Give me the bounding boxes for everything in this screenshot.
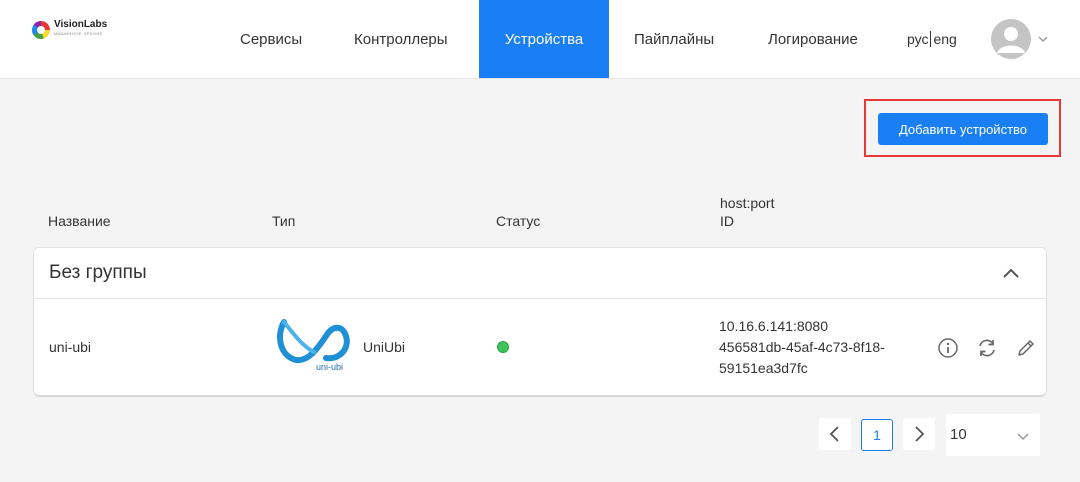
column-header-host-port: host:port bbox=[720, 195, 775, 211]
device-address: 10.16.6.141:8080 456581db-45af-4c73-8f18… bbox=[719, 316, 885, 379]
group-title: Без группы bbox=[49, 262, 147, 283]
visionlabs-logo[interactable]: VisionLabs МАШИННОЕ ЗРЕНИЕ bbox=[32, 19, 122, 41]
column-header-type: Тип bbox=[272, 213, 296, 229]
user-avatar-icon[interactable] bbox=[991, 19, 1031, 59]
nav-item-services[interactable]: Сервисы bbox=[240, 0, 302, 78]
nav-item-logging[interactable]: Логирование bbox=[768, 0, 858, 78]
lang-en-link[interactable]: eng bbox=[933, 31, 956, 47]
column-header-name: Название bbox=[48, 213, 111, 229]
chevron-left-icon bbox=[829, 426, 839, 442]
device-host-port: 10.16.6.141:8080 bbox=[719, 318, 828, 334]
chevron-down-icon bbox=[1017, 433, 1029, 441]
logo-name: VisionLabs bbox=[54, 19, 108, 30]
status-online-indicator bbox=[497, 341, 509, 353]
uniubi-logo-text: uni-ubi bbox=[316, 362, 343, 372]
device-type: UniUbi bbox=[363, 339, 406, 355]
group-divider bbox=[34, 298, 1046, 299]
column-header-status: Статус bbox=[496, 213, 541, 229]
logo-tagline: МАШИННОЕ ЗРЕНИЕ bbox=[54, 31, 103, 36]
chevron-up-icon[interactable] bbox=[1000, 264, 1022, 282]
device-id-line2: 59151ea3d7fc bbox=[719, 360, 808, 376]
pagination-current-page[interactable]: 1 bbox=[861, 419, 893, 451]
info-icon[interactable] bbox=[937, 337, 959, 359]
refresh-icon[interactable] bbox=[976, 337, 998, 359]
nav-item-pipelines[interactable]: Пайплайны bbox=[634, 0, 714, 78]
device-group-card: Без группы uni-ubi uni-ubi UniUbi 10.16.… bbox=[33, 247, 1047, 397]
device-id-line1: 456581db-45af-4c73-8f18- bbox=[719, 339, 885, 355]
page-size-value: 10 bbox=[950, 426, 967, 443]
column-header-id: ID bbox=[720, 213, 734, 229]
lang-ru-link[interactable]: рус bbox=[907, 31, 928, 47]
add-device-button[interactable]: Добавить устройство bbox=[878, 113, 1048, 145]
chevron-right-icon bbox=[915, 426, 925, 442]
nav-item-devices[interactable]: Устройства bbox=[479, 0, 609, 78]
page-size-select[interactable]: 10 bbox=[946, 414, 1040, 456]
device-name: uni-ubi bbox=[49, 339, 92, 355]
uniubi-logo-icon: uni-ubi bbox=[277, 319, 350, 372]
pagination-prev-button[interactable] bbox=[819, 418, 851, 450]
lang-divider bbox=[930, 31, 932, 47]
pagination-next-button[interactable] bbox=[903, 418, 935, 450]
top-navigation-bar: VisionLabs МАШИННОЕ ЗРЕНИЕ Сервисы Контр… bbox=[0, 0, 1080, 79]
logo-mark-icon bbox=[32, 21, 50, 39]
nav-item-controllers[interactable]: Контроллеры bbox=[354, 0, 448, 78]
chevron-down-icon[interactable] bbox=[1037, 33, 1049, 45]
edit-pencil-icon[interactable] bbox=[1015, 337, 1037, 359]
language-switcher: рус eng bbox=[907, 31, 957, 47]
